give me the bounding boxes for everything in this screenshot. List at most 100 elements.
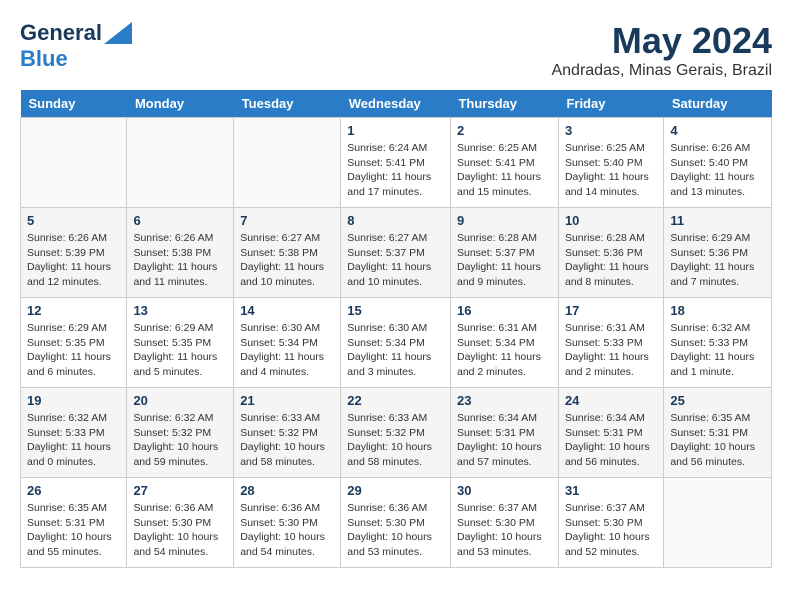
calendar-cell: 31 Sunrise: 6:37 AMSunset: 5:30 PMDayligh… <box>558 478 663 568</box>
calendar-cell: 23Sunrise: 6:34 AMSunset: 5:31 PMDayligh… <box>450 388 558 478</box>
day-info: Sunrise: 6:26 AMSunset: 5:38 PMDaylight:… <box>133 231 227 290</box>
calendar-cell: 14 Sunrise: 6:30 AMSunset: 5:34 PMDayligh… <box>234 298 341 388</box>
calendar-cell: 12Sunrise: 6:29 AMSunset: 5:35 PMDayligh… <box>21 298 127 388</box>
day-info: Sunrise: 6:25 AMSunset: 5:41 PMDaylight:… <box>457 141 552 200</box>
day-number: 22 <box>347 393 444 408</box>
day-info: Sunrise: 6:37 AMSunset: 5:30 PMDaylight:… <box>565 501 657 560</box>
day-number: 15 <box>347 303 444 318</box>
calendar-cell: 3Sunrise: 6:25 AMSunset: 5:40 PMDaylight… <box>558 118 663 208</box>
day-number: 28 <box>240 483 334 498</box>
day-number: 10 <box>565 213 657 228</box>
calendar-cell: 13 Sunrise: 6:29 AMSunset: 5:35 PMDayligh… <box>127 298 234 388</box>
week-row-5: 26 Sunrise: 6:35 AMSunset: 5:31 PMDayligh… <box>21 478 772 568</box>
day-number: 3 <box>565 123 657 138</box>
day-number: 30 <box>457 483 552 498</box>
calendar-cell: 22Sunrise: 6:33 AMSunset: 5:32 PMDayligh… <box>341 388 451 478</box>
calendar-cell: 15 Sunrise: 6:30 AMSunset: 5:34 PMDayligh… <box>341 298 451 388</box>
calendar-cell: 11 Sunrise: 6:29 AMSunset: 5:36 PMDayligh… <box>664 208 772 298</box>
calendar-cell: 27 Sunrise: 6:36 AMSunset: 5:30 PMDayligh… <box>127 478 234 568</box>
day-info: Sunrise: 6:36 AMSunset: 5:30 PMDaylight:… <box>240 501 334 560</box>
day-info: Sunrise: 6:36 AMSunset: 5:30 PMDaylight:… <box>347 501 444 560</box>
calendar-cell: 17Sunrise: 6:31 AMSunset: 5:33 PMDayligh… <box>558 298 663 388</box>
week-row-1: 1Sunrise: 6:24 AMSunset: 5:41 PMDaylight… <box>21 118 772 208</box>
day-info: Sunrise: 6:36 AMSunset: 5:30 PMDaylight:… <box>133 501 227 560</box>
calendar-cell: 9 Sunrise: 6:28 AMSunset: 5:37 PMDaylight… <box>450 208 558 298</box>
day-info: Sunrise: 6:27 AMSunset: 5:38 PMDaylight:… <box>240 231 334 290</box>
logo-blue: Blue <box>20 46 68 71</box>
day-number: 12 <box>27 303 120 318</box>
day-number: 8 <box>347 213 444 228</box>
day-number: 17 <box>565 303 657 318</box>
day-number: 19 <box>27 393 120 408</box>
day-info: Sunrise: 6:32 AMSunset: 5:32 PMDaylight:… <box>133 411 227 470</box>
day-number: 31 <box>565 483 657 498</box>
day-info: Sunrise: 6:29 AMSunset: 5:35 PMDaylight:… <box>133 321 227 380</box>
calendar-cell: 8 Sunrise: 6:27 AMSunset: 5:37 PMDaylight… <box>341 208 451 298</box>
calendar-cell: 25 Sunrise: 6:35 AMSunset: 5:31 PMDayligh… <box>664 388 772 478</box>
header-friday: Friday <box>558 90 663 118</box>
day-info: Sunrise: 6:26 AMSunset: 5:40 PMDaylight:… <box>670 141 765 200</box>
header-monday: Monday <box>127 90 234 118</box>
day-number: 27 <box>133 483 227 498</box>
calendar-cell: 5 Sunrise: 6:26 AMSunset: 5:39 PMDaylight… <box>21 208 127 298</box>
day-info: Sunrise: 6:30 AMSunset: 5:34 PMDaylight:… <box>347 321 444 380</box>
calendar-cell: 18Sunrise: 6:32 AMSunset: 5:33 PMDayligh… <box>664 298 772 388</box>
calendar-cell: 30 Sunrise: 6:37 AMSunset: 5:30 PMDayligh… <box>450 478 558 568</box>
calendar-cell <box>127 118 234 208</box>
calendar-cell <box>21 118 127 208</box>
day-info: Sunrise: 6:31 AMSunset: 5:34 PMDaylight:… <box>457 321 552 380</box>
day-number: 5 <box>27 213 120 228</box>
day-number: 24 <box>565 393 657 408</box>
calendar-cell: 26 Sunrise: 6:35 AMSunset: 5:31 PMDayligh… <box>21 478 127 568</box>
day-info: Sunrise: 6:27 AMSunset: 5:37 PMDaylight:… <box>347 231 444 290</box>
day-number: 26 <box>27 483 120 498</box>
day-info: Sunrise: 6:35 AMSunset: 5:31 PMDaylight:… <box>27 501 120 560</box>
calendar-cell: 7Sunrise: 6:27 AMSunset: 5:38 PMDaylight… <box>234 208 341 298</box>
day-number: 14 <box>240 303 334 318</box>
day-number: 21 <box>240 393 334 408</box>
day-info: Sunrise: 6:29 AMSunset: 5:36 PMDaylight:… <box>670 231 765 290</box>
calendar-cell: 10 Sunrise: 6:28 AMSunset: 5:36 PMDayligh… <box>558 208 663 298</box>
calendar-cell: 1Sunrise: 6:24 AMSunset: 5:41 PMDaylight… <box>341 118 451 208</box>
header-tuesday: Tuesday <box>234 90 341 118</box>
day-info: Sunrise: 6:28 AMSunset: 5:36 PMDaylight:… <box>565 231 657 290</box>
header-wednesday: Wednesday <box>341 90 451 118</box>
calendar-cell: 21 Sunrise: 6:33 AMSunset: 5:32 PMDayligh… <box>234 388 341 478</box>
logo-general: General <box>20 20 102 46</box>
day-number: 1 <box>347 123 444 138</box>
header-saturday: Saturday <box>664 90 772 118</box>
week-row-4: 19Sunrise: 6:32 AMSunset: 5:33 PMDayligh… <box>21 388 772 478</box>
calendar-header-row: SundayMondayTuesdayWednesdayThursdayFrid… <box>21 90 772 118</box>
day-number: 13 <box>133 303 227 318</box>
logo: General Blue <box>20 20 132 72</box>
day-number: 29 <box>347 483 444 498</box>
week-row-3: 12 Sunrise: 6:29 AMSunset: 5:35 PMDayligh… <box>21 298 772 388</box>
day-number: 20 <box>133 393 227 408</box>
day-number: 2 <box>457 123 552 138</box>
day-info: Sunrise: 6:28 AMSunset: 5:37 PMDaylight:… <box>457 231 552 290</box>
day-info: Sunrise: 6:30 AMSunset: 5:34 PMDaylight:… <box>240 321 334 380</box>
day-info: Sunrise: 6:35 AMSunset: 5:31 PMDaylight:… <box>670 411 765 470</box>
day-info: Sunrise: 6:37 AMSunset: 5:30 PMDaylight:… <box>457 501 552 560</box>
calendar-cell: 29 Sunrise: 6:36 AMSunset: 5:30 PMDayligh… <box>341 478 451 568</box>
calendar-cell <box>234 118 341 208</box>
day-number: 4 <box>670 123 765 138</box>
day-info: Sunrise: 6:33 AMSunset: 5:32 PMDaylight:… <box>240 411 334 470</box>
day-number: 9 <box>457 213 552 228</box>
day-info: Sunrise: 6:34 AMSunset: 5:31 PMDaylight:… <box>565 411 657 470</box>
day-info: Sunrise: 6:34 AMSunset: 5:31 PMDaylight:… <box>457 411 552 470</box>
calendar-cell <box>664 478 772 568</box>
day-info: Sunrise: 6:32 AMSunset: 5:33 PMDaylight:… <box>670 321 765 380</box>
main-title: May 2024 <box>551 20 772 62</box>
day-number: 25 <box>670 393 765 408</box>
calendar-table: SundayMondayTuesdayWednesdayThursdayFrid… <box>20 90 772 568</box>
day-number: 11 <box>670 213 765 228</box>
header-thursday: Thursday <box>450 90 558 118</box>
title-block: May 2024 Andradas, Minas Gerais, Brazil <box>551 20 772 80</box>
calendar-cell: 2 Sunrise: 6:25 AMSunset: 5:41 PMDaylight… <box>450 118 558 208</box>
day-number: 6 <box>133 213 227 228</box>
calendar-cell: 16 Sunrise: 6:31 AMSunset: 5:34 PMDayligh… <box>450 298 558 388</box>
subtitle: Andradas, Minas Gerais, Brazil <box>551 62 772 80</box>
day-info: Sunrise: 6:26 AMSunset: 5:39 PMDaylight:… <box>27 231 120 290</box>
day-number: 16 <box>457 303 552 318</box>
